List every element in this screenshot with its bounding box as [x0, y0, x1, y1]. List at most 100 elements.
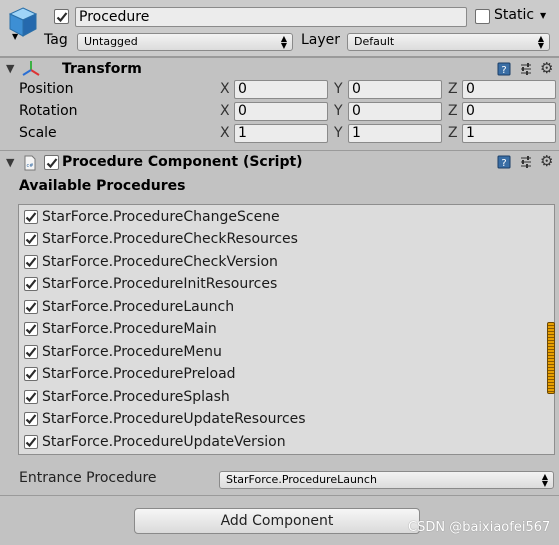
scale-y-field[interactable]: 1 [348, 124, 442, 143]
scale-z-field[interactable]: 1 [462, 124, 556, 143]
list-item[interactable]: StarForce.ProcedureSplash [24, 387, 230, 407]
list-item[interactable]: StarForce.ProcedureMain [24, 319, 217, 339]
tag-value: Untagged [84, 35, 138, 48]
transform-title: Transform [62, 61, 142, 77]
list-item[interactable]: StarForce.ProcedureInitResources [24, 274, 277, 294]
static-label: Static [494, 7, 535, 23]
axis-z-label: Z [448, 81, 458, 97]
checkmark-icon [25, 279, 37, 290]
procedure-name: StarForce.ProcedurePreload [42, 366, 236, 382]
entrance-procedure-label: Entrance Procedure [19, 470, 157, 486]
updown-arrow-icon: ▲ ▼ [537, 34, 544, 50]
transform-row-scale: Scale X 1 Y 1 Z 1 [0, 124, 559, 147]
position-y-field[interactable]: 0 [348, 80, 442, 99]
procedure-checkbox[interactable] [24, 300, 38, 314]
procedure-checkbox[interactable] [24, 390, 38, 404]
procedure-name: StarForce.ProcedureMain [42, 321, 217, 337]
component-enabled-checkbox[interactable] [44, 155, 59, 170]
svg-text:c#: c# [27, 163, 34, 169]
transform-row-position: Position X 0 Y 0 Z 0 [0, 80, 559, 103]
procedure-checkbox[interactable] [24, 367, 38, 381]
list-item[interactable]: StarForce.ProcedureLaunch [24, 297, 234, 317]
procedure-name: StarForce.ProcedureUpdateResources [42, 411, 306, 427]
help-book-icon[interactable]: ? [497, 62, 511, 76]
procedure-checkbox[interactable] [24, 232, 38, 246]
static-checkbox[interactable] [475, 9, 490, 24]
procedure-checkbox[interactable] [24, 412, 38, 426]
gear-icon[interactable]: ⚙ [540, 152, 553, 170]
object-name-field[interactable]: Procedure [75, 7, 467, 27]
procedure-name: StarForce.ProcedureLaunch [42, 299, 235, 315]
procedure-checkbox[interactable] [24, 322, 38, 336]
axis-z-label: Z [448, 103, 458, 119]
checkmark-icon [25, 392, 37, 403]
layer-label: Layer [301, 32, 341, 48]
watermark-text: CSDN @baixiaofei567 [408, 520, 551, 535]
list-item[interactable]: StarForce.ProcedurePreload [24, 364, 236, 384]
rotation-y-field[interactable]: 0 [348, 102, 442, 121]
checkmark-icon [25, 234, 37, 245]
preset-sliders-icon[interactable] [519, 155, 533, 169]
axis-z-label: Z [448, 125, 458, 141]
static-dropdown-arrow-icon[interactable]: ▼ [540, 12, 546, 20]
checkmark-icon [56, 11, 67, 22]
help-book-icon[interactable]: ? [497, 155, 511, 169]
procedure-name: StarForce.ProcedureInitResources [42, 276, 278, 292]
transform-axes-icon [22, 61, 40, 76]
checkmark-icon [46, 157, 57, 168]
procedure-component-title: Procedure Component (Script) [62, 154, 303, 170]
scale-label: Scale [19, 125, 57, 141]
procedure-name: StarForce.ProcedureSplash [42, 389, 230, 405]
checkmark-icon [25, 414, 37, 425]
list-item[interactable]: StarForce.ProcedureCheckResources [24, 229, 298, 249]
list-item[interactable]: StarForce.ProcedureUpdateVersion [24, 432, 286, 452]
gear-icon[interactable]: ⚙ [540, 59, 553, 77]
position-z-field[interactable]: 0 [462, 80, 556, 99]
procedure-name: StarForce.ProcedureMenu [42, 344, 222, 360]
list-item[interactable]: StarForce.ProcedureChangeScene [24, 207, 280, 227]
list-item[interactable]: StarForce.ProcedureCheckVersion [24, 252, 278, 272]
checkmark-icon [25, 257, 37, 268]
foldout-arrow-icon[interactable]: ▼ [6, 62, 14, 75]
checkmark-icon [25, 347, 37, 358]
tag-dropdown[interactable]: Untagged ▲ ▼ [77, 33, 293, 51]
procedure-component-header[interactable]: ▼ c# Procedure Component (Script) ? ⚙ [0, 150, 559, 174]
axis-x-label: X [220, 125, 230, 141]
procedure-checkbox[interactable] [24, 210, 38, 224]
add-component-button[interactable]: Add Component [134, 508, 420, 534]
checkmark-icon [25, 212, 37, 223]
checkmark-icon [25, 437, 37, 448]
scrollbar-thumb[interactable] [547, 322, 555, 394]
axis-y-label: Y [334, 103, 343, 119]
list-item[interactable]: StarForce.ProcedureMenu [24, 342, 222, 362]
procedure-checkbox[interactable] [24, 277, 38, 291]
entrance-procedure-value: StarForce.ProcedureLaunch [226, 473, 377, 486]
scale-x-field[interactable]: 1 [234, 124, 328, 143]
checkmark-icon [25, 302, 37, 313]
position-x-field[interactable]: 0 [234, 80, 328, 99]
procedure-checkbox[interactable] [24, 435, 38, 449]
transform-body: Position X 0 Y 0 Z 0 Rotation X 0 Y 0 Z … [0, 80, 559, 147]
rotation-x-field[interactable]: 0 [234, 102, 328, 121]
foldout-arrow-icon[interactable]: ▼ [6, 156, 14, 169]
active-checkbox[interactable] [54, 9, 69, 24]
inspector-header: ▼ Procedure Static ▼ Tag Untagged ▲ ▼ Lay… [0, 0, 559, 57]
layer-value: Default [354, 35, 395, 48]
preset-sliders-icon[interactable] [519, 62, 533, 76]
procedure-name: StarForce.ProcedureCheckVersion [42, 254, 278, 270]
axis-y-label: Y [334, 125, 343, 141]
rotation-z-field[interactable]: 0 [462, 102, 556, 121]
transform-header[interactable]: ▼ Transform ? ⚙ [0, 57, 559, 81]
rotation-label: Rotation [19, 103, 78, 119]
list-item[interactable]: StarForce.ProcedureUpdateResources [24, 409, 306, 429]
divider [0, 495, 559, 496]
procedure-list[interactable]: StarForce.ProcedureChangeScene StarForce… [18, 204, 555, 455]
axis-x-label: X [220, 103, 230, 119]
procedure-checkbox[interactable] [24, 345, 38, 359]
procedure-name: StarForce.ProcedureCheckResources [42, 231, 298, 247]
procedure-checkbox[interactable] [24, 255, 38, 269]
entrance-procedure-dropdown[interactable]: StarForce.ProcedureLaunch ▲ ▼ [219, 471, 554, 489]
updown-arrow-icon: ▲ ▼ [280, 34, 287, 50]
chevron-down-icon[interactable]: ▼ [12, 32, 18, 41]
layer-dropdown[interactable]: Default ▲ ▼ [347, 33, 550, 51]
